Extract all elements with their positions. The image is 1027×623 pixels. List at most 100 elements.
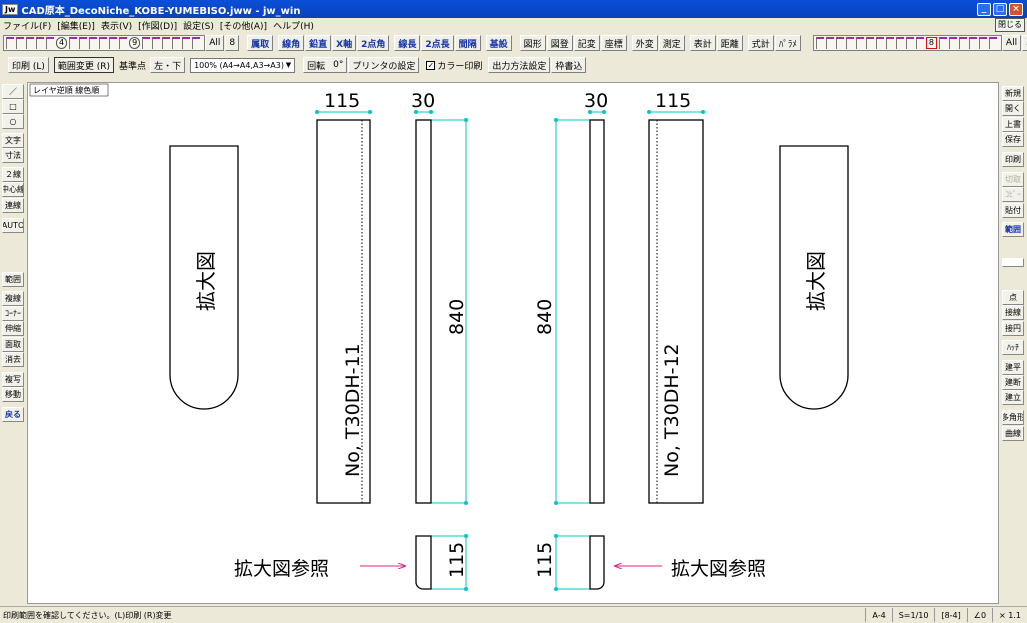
- menu-settings[interactable]: 設定(S): [183, 19, 214, 32]
- tool-spacing[interactable]: 間隔: [454, 35, 481, 51]
- layer-group-button[interactable]: [99, 37, 108, 49]
- layer-button[interactable]: [855, 37, 864, 49]
- color-swatch[interactable]: [1002, 258, 1024, 267]
- layer-group-button[interactable]: [79, 37, 88, 49]
- tool-table-calc[interactable]: 表計: [689, 35, 716, 51]
- tool-double-line[interactable]: ２線: [2, 167, 24, 182]
- tool-corner[interactable]: ｺｰﾅｰ: [2, 306, 24, 321]
- layer-group-button[interactable]: [109, 37, 118, 49]
- layer-button[interactable]: [948, 37, 957, 49]
- status-paper[interactable]: A-4: [865, 608, 891, 622]
- tool-erase[interactable]: 消去: [2, 352, 24, 367]
- selected-layer-marker[interactable]: 8: [925, 37, 937, 49]
- tool-polygon[interactable]: 多角形: [1002, 410, 1024, 425]
- tool-cut[interactable]: 切取: [1002, 172, 1024, 187]
- tool-building-section[interactable]: 建断: [1002, 375, 1024, 390]
- layer-button[interactable]: [815, 37, 824, 49]
- layer-button[interactable]: [968, 37, 977, 49]
- tool-2pt-angle[interactable]: 2点角: [357, 35, 390, 51]
- tool-curve[interactable]: 曲線: [1002, 426, 1024, 441]
- all-layers-button[interactable]: All: [1001, 35, 1022, 51]
- tool-auto[interactable]: AUTO: [2, 218, 24, 233]
- tool-copy[interactable]: 複写: [2, 372, 24, 387]
- layer-group-button[interactable]: [172, 37, 181, 49]
- close-print-button[interactable]: 閉じる: [995, 18, 1025, 32]
- tool-tangent[interactable]: 接線: [1002, 305, 1024, 320]
- tool-coordinate[interactable]: 座標: [600, 35, 627, 51]
- drawing-canvas[interactable]: レイヤ逆順 線色順 拡大図 拡大図 115 30 30 115 840 840 …: [27, 82, 999, 604]
- print-button[interactable]: 印刷 (L): [8, 57, 49, 73]
- printer-settings-button[interactable]: プリンタの設定: [348, 57, 420, 73]
- all-groups-button[interactable]: All: [205, 35, 225, 51]
- menu-file[interactable]: ファイル(F): [3, 19, 51, 32]
- layer-group-button[interactable]: [119, 37, 128, 49]
- tool-save[interactable]: 保存: [1002, 132, 1024, 147]
- scale-select-wrap[interactable]: 100% (A4→A4,A3→A3) ▼: [190, 57, 296, 73]
- status-zoom[interactable]: × 1.1: [992, 608, 1027, 622]
- layer-button[interactable]: [865, 37, 874, 49]
- layer-group-button[interactable]: [16, 37, 24, 49]
- tool-note-change[interactable]: 記変: [573, 35, 600, 51]
- tool-building-plan[interactable]: 建平: [1002, 360, 1024, 375]
- layer-x-button[interactable]: X: [1022, 35, 1027, 51]
- tool-tangent-circle[interactable]: 接円: [1002, 321, 1024, 336]
- layer-button[interactable]: [915, 37, 924, 49]
- color-print-checkbox[interactable]: ✓: [426, 60, 436, 70]
- tool-vertical[interactable]: 鉛直: [305, 35, 332, 51]
- layer-group-button[interactable]: [26, 37, 34, 49]
- tool-text[interactable]: 文字: [2, 133, 24, 148]
- tool-line-angle[interactable]: 線角: [278, 35, 305, 51]
- menu-edit[interactable]: [編集(E)]: [57, 19, 95, 32]
- tool-parallel-line[interactable]: 複線: [2, 291, 24, 306]
- tool-external-change[interactable]: 外変: [631, 35, 658, 51]
- layer-button[interactable]: [978, 37, 987, 49]
- tool-line-length[interactable]: 線長: [394, 35, 421, 51]
- menu-other[interactable]: [その他(A)]: [220, 19, 267, 32]
- tool-new[interactable]: 新規: [1002, 86, 1024, 101]
- layer-group-marker[interactable]: 4: [56, 37, 68, 49]
- color-print-option[interactable]: ✓ カラー印刷: [426, 59, 482, 72]
- layer-button[interactable]: [835, 37, 844, 49]
- tool-shape-register[interactable]: 図登: [546, 35, 573, 51]
- tool-attr-get[interactable]: 属取: [247, 35, 274, 51]
- tool-undo[interactable]: 戻る: [2, 407, 24, 422]
- range-change-button[interactable]: 範囲変更 (R): [53, 57, 115, 73]
- layer-button[interactable]: [825, 37, 834, 49]
- layer-button[interactable]: [938, 37, 947, 49]
- layer-button[interactable]: [905, 37, 914, 49]
- layer-group-button[interactable]: [152, 37, 161, 49]
- tool-building-elevation[interactable]: 建立: [1002, 390, 1024, 405]
- tool-extend[interactable]: 伸縮: [2, 321, 24, 336]
- tool-chamfer[interactable]: 面取: [2, 337, 24, 352]
- rotate-button[interactable]: 回転 0°: [303, 57, 348, 73]
- layer-group-button[interactable]: [89, 37, 98, 49]
- menu-draw[interactable]: [作図(D)]: [138, 19, 177, 32]
- tool-rectangle[interactable]: □: [2, 99, 24, 114]
- layer-group-marker[interactable]: 9: [129, 37, 141, 49]
- layer-group-button[interactable]: [192, 37, 201, 49]
- tool-range-right[interactable]: 範囲: [1002, 222, 1024, 237]
- layer-button[interactable]: [885, 37, 894, 49]
- tool-shape[interactable]: 図形: [519, 35, 546, 51]
- menu-view[interactable]: 表示(V): [101, 19, 132, 32]
- layer-button[interactable]: [875, 37, 884, 49]
- tool-line[interactable]: ／: [2, 84, 24, 99]
- layer-button[interactable]: [845, 37, 854, 49]
- tool-copy-clip[interactable]: ｺﾋﾟｰ: [1002, 187, 1024, 202]
- tool-point[interactable]: 点: [1002, 290, 1024, 305]
- base-point-button[interactable]: 左・下: [150, 57, 186, 73]
- layer-group-button[interactable]: [182, 37, 191, 49]
- layer-group-button[interactable]: [162, 37, 171, 49]
- layer-group-button[interactable]: [46, 37, 54, 49]
- output-settings-button[interactable]: 出力方法設定: [488, 57, 551, 73]
- tool-x-axis[interactable]: X軸: [332, 35, 357, 51]
- layer-button[interactable]: [895, 37, 904, 49]
- layer-group-button[interactable]: [6, 37, 14, 49]
- chevron-down-icon[interactable]: ▼: [286, 61, 291, 69]
- tool-open[interactable]: 開く: [1002, 101, 1024, 116]
- group-count-button[interactable]: 8: [225, 35, 240, 51]
- close-window-button[interactable]: ×: [1009, 2, 1023, 16]
- tool-connect-line[interactable]: 連線: [2, 198, 24, 213]
- layer-group-button[interactable]: [36, 37, 44, 49]
- tool-circle[interactable]: ○: [2, 114, 24, 129]
